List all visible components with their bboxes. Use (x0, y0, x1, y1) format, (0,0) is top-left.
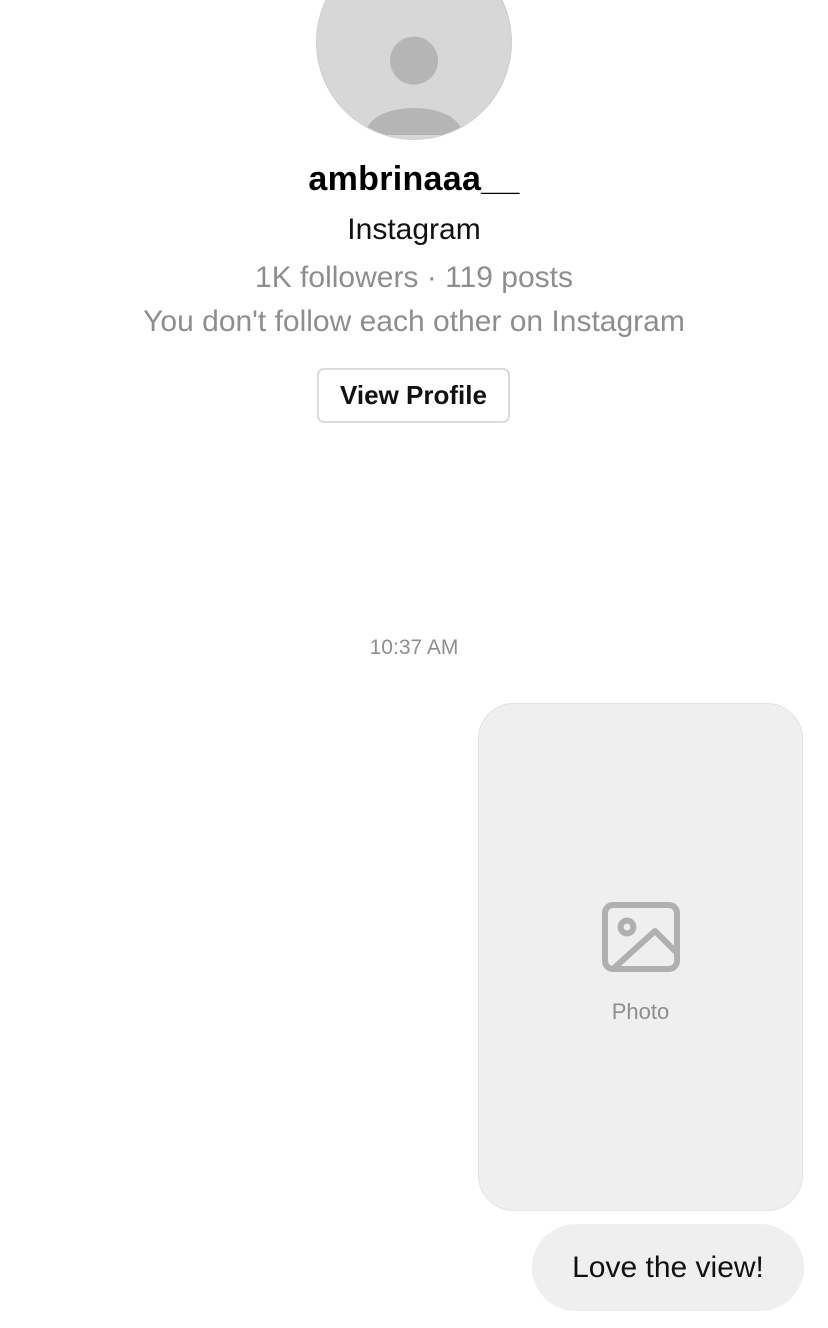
profile-avatar[interactable] (316, 0, 512, 140)
profile-stats: 1K followers · 119 posts (255, 261, 573, 294)
photo-message[interactable]: Photo (478, 703, 803, 1211)
photo-placeholder-label: Photo (611, 999, 670, 1024)
image-icon (601, 902, 680, 972)
view-profile-button[interactable]: View Profile (317, 368, 510, 423)
follow-status-note: You don't follow each other on Instagram (143, 305, 685, 338)
profile-username: ambrinaaa__ (308, 160, 520, 198)
message-timestamp: 10:37 AM (369, 636, 459, 659)
text-message-bubble[interactable]: Love the view! (532, 1224, 804, 1311)
profile-platform: Instagram (347, 213, 481, 246)
person-silhouette-icon (366, 36, 462, 135)
